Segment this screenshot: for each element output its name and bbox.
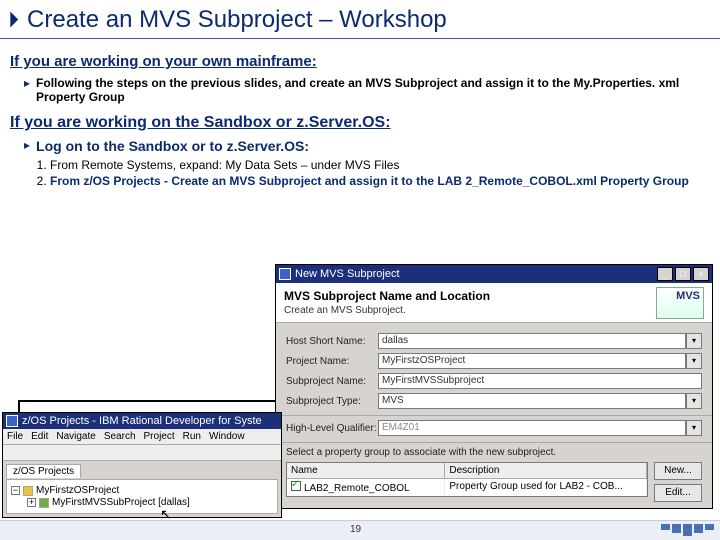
footer: 19: [0, 520, 720, 540]
dropdown-icon[interactable]: ▾: [686, 353, 702, 369]
projects-tree: −MyFirstzOSProject +MyFirstMVSSubProject…: [11, 485, 273, 508]
separator: [276, 415, 712, 416]
min-button[interactable]: _: [657, 267, 673, 281]
projects-pane: −MyFirstzOSProject +MyFirstMVSSubProject…: [6, 479, 278, 514]
close-button[interactable]: ×: [693, 267, 709, 281]
menu-edit[interactable]: Edit: [31, 431, 48, 442]
menubar: File Edit Navigate Search Project Run Wi…: [3, 429, 281, 445]
table-row[interactable]: LAB2_Remote_COBOL Property Group used fo…: [287, 479, 647, 496]
mvs-badge-icon: [656, 287, 704, 319]
step-1: From Remote Systems, expand: My Data Set…: [50, 158, 710, 172]
sandbox-subhead: Log on to the Sandbox or to z.Server.OS:: [36, 138, 309, 154]
app-title: z/OS Projects - IBM Rational Developer f…: [22, 415, 262, 427]
app-icon: [6, 415, 18, 427]
zos-projects-window: z/OS Projects - IBM Rational Developer f…: [2, 412, 282, 518]
proj-field[interactable]: MyFirstzOSProject: [378, 353, 686, 369]
subproject-icon: [39, 498, 49, 508]
page-number: 19: [350, 524, 361, 535]
title-text: Create an MVS Subproject – Workshop: [27, 6, 447, 34]
host-label: Host Short Name:: [286, 336, 378, 347]
separator: [276, 442, 712, 443]
edit-button[interactable]: Edit...: [654, 484, 702, 502]
dialog-app-icon: [279, 268, 291, 280]
proj-label: Project Name:: [286, 356, 378, 367]
collapse-icon: −: [11, 486, 20, 495]
checkbox-icon[interactable]: [291, 481, 301, 491]
heading-own-mainframe: If you are working on your own mainframe…: [10, 53, 710, 70]
dropdown-icon[interactable]: ▾: [686, 420, 702, 436]
sub-bullet: ▸ Log on to the Sandbox or to z.Server.O…: [10, 138, 710, 154]
content-area: If you are working on your own mainframe…: [0, 39, 720, 188]
menu-file[interactable]: File: [7, 431, 23, 442]
row-desc: Property Group used for LAB2 - COB...: [445, 479, 647, 496]
menu-search[interactable]: Search: [104, 431, 136, 442]
own-text: Following the steps on the previous slid…: [36, 76, 710, 104]
callout-line-h: [20, 400, 278, 402]
menu-run[interactable]: Run: [183, 431, 201, 442]
dialog-heading: MVS Subproject Name and Location: [284, 289, 704, 303]
hlq-label: High-Level Qualifier:: [286, 423, 378, 434]
tab-zos-projects[interactable]: z/OS Projects: [6, 464, 81, 478]
col-desc: Description: [445, 463, 647, 478]
subp-field[interactable]: MyFirstMVSSubproject: [378, 373, 702, 389]
new-button[interactable]: New...: [654, 462, 702, 480]
menu-project[interactable]: Project: [144, 431, 175, 442]
app-titlebar: z/OS Projects - IBM Rational Developer f…: [3, 413, 281, 429]
dialog-title: New MVS Subproject: [295, 268, 400, 280]
hlq-field[interactable]: EM4Z01: [378, 420, 686, 436]
bullet-arrow-icon: ▸: [24, 138, 30, 152]
dialog-sub: Create an MVS Subproject.: [284, 305, 704, 316]
dialog-header: MVS Subproject Name and Location Create …: [276, 283, 712, 323]
header-arrow-icon: ⏵: [8, 7, 19, 33]
max-button[interactable]: □: [675, 267, 691, 281]
type-label: Subproject Type:: [286, 396, 378, 407]
dialog-titlebar: New MVS Subproject _ □ ×: [276, 265, 712, 283]
menu-window[interactable]: Window: [209, 431, 245, 442]
property-group-table: Name Description LAB2_Remote_COBOL Prope…: [286, 462, 648, 497]
dialog-form: Host Short Name:dallas▾ Project Name:MyF…: [276, 323, 712, 508]
step-2: From z/OS Projects - Create an MVS Subpr…: [50, 174, 710, 188]
heading-sandbox: If you are working on the Sandbox or z.S…: [10, 114, 710, 132]
table-header: Name Description: [287, 463, 647, 479]
pg-select-label: Select a property group to associate wit…: [286, 447, 702, 458]
subp-label: Subproject Name:: [286, 376, 378, 387]
dropdown-icon[interactable]: ▾: [686, 333, 702, 349]
steps-list: From Remote Systems, expand: My Data Set…: [50, 158, 710, 188]
type-field[interactable]: MVS: [378, 393, 686, 409]
tree-child[interactable]: +MyFirstMVSSubProject [dallas]: [27, 497, 273, 508]
row-name: LAB2_Remote_COBOL: [304, 483, 410, 494]
menu-navigate[interactable]: Navigate: [56, 431, 95, 442]
toolbar: [3, 445, 281, 461]
host-field[interactable]: dallas: [378, 333, 686, 349]
bullet-arrow-icon: ▸: [24, 76, 30, 90]
dropdown-icon[interactable]: ▾: [686, 393, 702, 409]
tree-root[interactable]: −MyFirstzOSProject: [11, 485, 273, 496]
col-name: Name: [287, 463, 445, 478]
new-subproject-dialog: New MVS Subproject _ □ × MVS Subproject …: [275, 264, 713, 509]
bullet-line: ▸ Following the steps on the previous sl…: [10, 76, 710, 104]
slide-title: ⏵ Create an MVS Subproject – Workshop: [0, 0, 720, 39]
expand-icon: +: [27, 498, 36, 507]
project-icon: [23, 486, 33, 496]
ibm-logo-icon: [661, 524, 714, 536]
